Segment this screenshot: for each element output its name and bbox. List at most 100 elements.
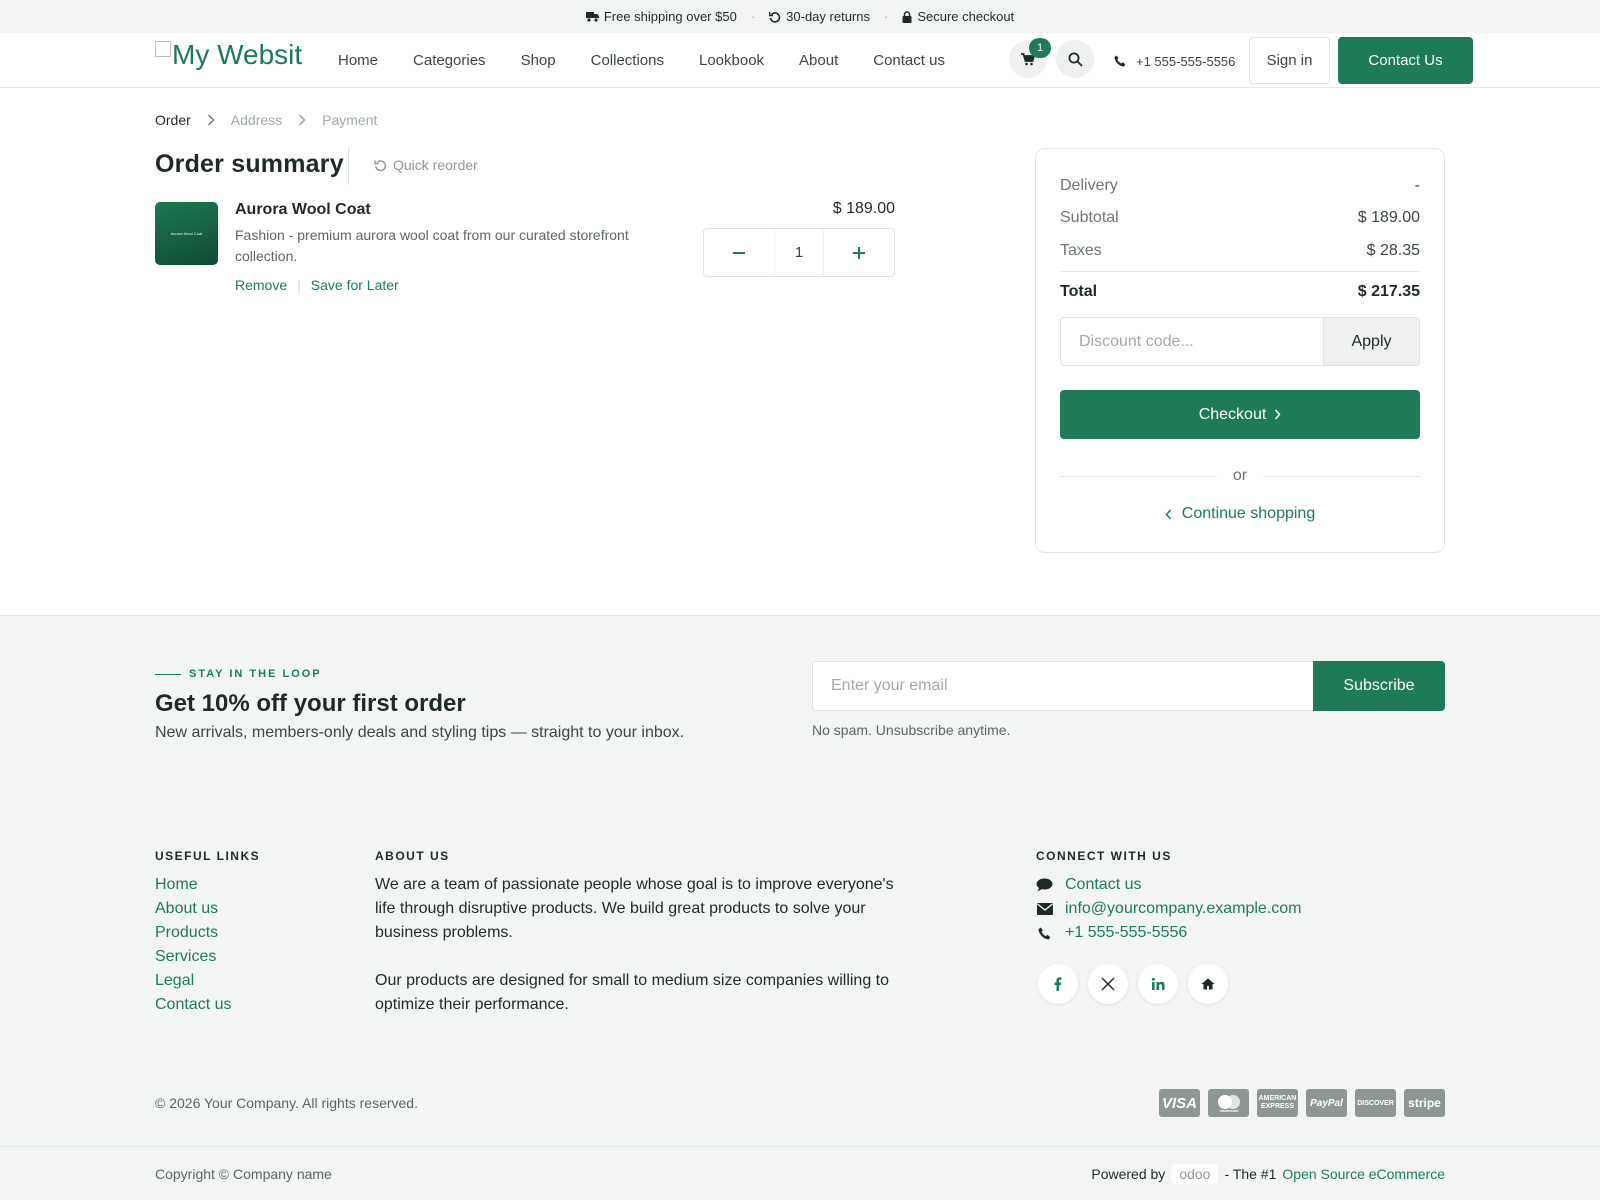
announcement-text: Free shipping over $50 (603, 9, 737, 24)
nav-home[interactable]: Home (338, 52, 378, 69)
nav-about[interactable]: About (799, 52, 838, 69)
nav-collections[interactable]: Collections (591, 52, 664, 69)
home-icon (1201, 978, 1215, 990)
rotate-icon (769, 11, 781, 23)
x-twitter-link[interactable] (1088, 964, 1128, 1004)
remove-item-link[interactable]: Remove (235, 277, 287, 293)
contact-us-button[interactable]: Contact Us (1338, 37, 1473, 84)
open-source-ecommerce-link[interactable]: Open Source eCommerce (1282, 1166, 1445, 1182)
about-paragraph: Our products are designed for small to m… (375, 972, 890, 1013)
footer-link-home[interactable]: Home (155, 873, 231, 897)
phone-icon (1114, 55, 1126, 67)
discover-icon: DISCOVER (1355, 1089, 1396, 1117)
minus-icon (733, 251, 745, 254)
footer-link-products[interactable]: Products (155, 921, 231, 945)
footer-bottom-bar: Copyright © Company name Powered by odoo… (0, 1146, 1600, 1200)
continue-shopping-link[interactable]: Continue shopping (1060, 505, 1420, 523)
logo-alt-text: My Websit (172, 39, 303, 70)
stripe-icon: stripe (1404, 1089, 1445, 1117)
payment-methods: VISA mastercard AMERICAN EXPRESS PayPal … (1159, 1089, 1445, 1117)
apply-discount-button[interactable]: Apply (1323, 317, 1420, 366)
odoo-logo-link[interactable]: odoo (1171, 1164, 1219, 1184)
connect-list: Contact us info@yourcompany.example.com … (1036, 873, 1302, 945)
divider: | (297, 277, 301, 293)
newsletter-heading: Get 10% off your first order (155, 690, 466, 717)
delivery-row: Delivery - (1060, 177, 1420, 195)
newsletter-text: New arrivals, members-only deals and sty… (155, 724, 685, 741)
subscribe-button[interactable]: Subscribe (1313, 661, 1445, 711)
or-text: or (1232, 467, 1248, 484)
newsletter-email-input[interactable]: Enter your email (812, 661, 1315, 711)
divider (155, 673, 181, 675)
about-paragraph: We are a team of passionate people whose… (375, 876, 894, 941)
product-name[interactable]: Aurora Wool Coat (235, 201, 371, 219)
powered-by-label: Powered by (1091, 1166, 1166, 1182)
announcement-returns: 30-day returns (769, 9, 870, 24)
linkedin-link[interactable] (1138, 964, 1178, 1004)
decrease-quantity-button[interactable] (704, 229, 774, 276)
plus-icon (853, 246, 865, 259)
divider (1060, 271, 1420, 272)
increase-quantity-button[interactable] (824, 229, 894, 276)
announcement-text: Secure checkout (917, 9, 1015, 24)
website-link[interactable] (1188, 964, 1228, 1004)
divider (348, 147, 349, 185)
breadcrumb-payment: Payment (322, 112, 378, 128)
connect-heading: CONNECT WITH US (1036, 849, 1172, 863)
product-thumbnail[interactable]: Aurora Wool Coat (155, 202, 218, 265)
company-copyright: Copyright © Company name (155, 1166, 332, 1182)
lock-icon (902, 10, 912, 23)
nav-contact-us[interactable]: Contact us (873, 52, 945, 69)
footer-link-legal[interactable]: Legal (155, 969, 231, 993)
facebook-link[interactable] (1038, 964, 1078, 1004)
quick-reorder-link[interactable]: Quick reorder (374, 157, 478, 173)
visa-icon: VISA (1159, 1089, 1200, 1117)
nav-categories[interactable]: Categories (413, 52, 486, 69)
footer-link-contact-us[interactable]: Contact us (155, 993, 231, 1017)
connect-email-link[interactable]: info@yourcompany.example.com (1036, 897, 1302, 921)
search-button[interactable] (1056, 40, 1094, 78)
taxes-value: $ 28.35 (1366, 242, 1420, 259)
sign-in-button[interactable]: Sign in (1249, 37, 1330, 84)
checkout-button[interactable]: Checkout (1060, 390, 1420, 439)
nav-lookbook[interactable]: Lookbook (699, 52, 764, 69)
order-summary-title: Order summary (155, 150, 344, 178)
subtotal-value: $ 189.00 (1357, 209, 1420, 226)
search-icon (1068, 52, 1083, 67)
save-for-later-link[interactable]: Save for Later (311, 277, 399, 293)
broken-image-icon (155, 41, 171, 57)
checkout-label: Checkout (1198, 405, 1267, 423)
connect-phone-link[interactable]: +1 555-555-5556 (1036, 921, 1302, 945)
continue-shopping-label: Continue shopping (1181, 505, 1316, 522)
taxes-label: Taxes (1060, 242, 1102, 259)
newsletter-eyebrow-text: STAY IN THE LOOP (189, 668, 322, 680)
footer-link-services[interactable]: Services (155, 945, 231, 969)
product-thumbnail-caption: Aurora Wool Coat (170, 231, 203, 236)
quantity-input[interactable]: 1 (774, 229, 824, 276)
product-price: $ 189.00 (832, 200, 895, 217)
chevron-right-icon (1274, 409, 1281, 420)
nav-shop[interactable]: Shop (521, 52, 556, 69)
checkout-breadcrumb: Order Address Payment (155, 112, 377, 128)
header-phone-link[interactable]: +1 555-555-5556 (1114, 42, 1235, 80)
footer-link-about-us[interactable]: About us (155, 897, 231, 921)
about-us-text: We are a team of passionate people whose… (375, 873, 900, 1017)
site-logo[interactable]: My Websit (155, 39, 302, 71)
subtotal-label: Subtotal (1060, 209, 1119, 226)
separator: · (883, 9, 889, 24)
connect-contact-link[interactable]: Contact us (1036, 873, 1302, 897)
discount-code-input[interactable]: Discount code... (1060, 317, 1323, 366)
reorder-icon (374, 159, 387, 172)
phone-icon (1036, 927, 1053, 940)
breadcrumb-order[interactable]: Order (155, 112, 191, 128)
newsletter-eyebrow: STAY IN THE LOOP (155, 668, 322, 680)
paypal-icon: PayPal (1306, 1089, 1347, 1117)
useful-links-list: Home About us Products Services Legal Co… (155, 873, 231, 1017)
main-nav: Home Categories Shop Collections Lookboo… (338, 33, 980, 87)
total-label: Total (1060, 283, 1098, 300)
announcement-bar: Free shipping over $50 · 30-day returns … (0, 0, 1600, 33)
truck-icon (585, 11, 599, 22)
useful-links-heading: USEFUL LINKS (155, 849, 261, 863)
delivery-value: - (1414, 177, 1420, 194)
amex-icon: AMERICAN EXPRESS (1257, 1089, 1298, 1117)
